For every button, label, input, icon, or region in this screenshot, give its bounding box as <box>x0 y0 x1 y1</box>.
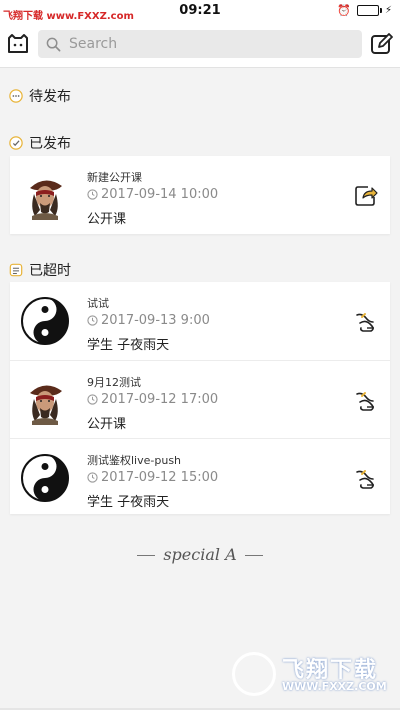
replay-icon[interactable] <box>354 466 378 490</box>
section-pending[interactable]: 待发布 <box>9 86 71 106</box>
section-published-label: 已发布 <box>29 136 71 152</box>
battery-icon <box>356 5 382 16</box>
item-subtitle: 学生 子夜雨天 <box>87 338 170 353</box>
yin-yang-avatar <box>21 297 69 345</box>
list-item[interactable]: 试试 2017-09-13 9:00 学生 子夜雨天 <box>10 282 390 360</box>
item-time: 2017-09-12 15:00 <box>87 470 218 485</box>
item-title: 9月12测试 <box>87 376 141 389</box>
list-item[interactable]: 新建公开课 2017-09-14 10:00 公开课 <box>10 156 390 234</box>
item-time-text: 2017-09-13 9:00 <box>101 313 210 328</box>
item-subtitle: 公开课 <box>87 417 127 432</box>
item-title: 新建公开课 <box>87 171 142 184</box>
item-time-text: 2017-09-12 15:00 <box>101 470 219 485</box>
published-check-icon <box>9 136 23 150</box>
replay-icon[interactable] <box>354 388 378 412</box>
item-subtitle: 学生 子夜雨天 <box>87 495 170 510</box>
item-time: 2017-09-14 10:00 <box>87 187 218 202</box>
item-title: 测试鉴权live-push <box>87 454 182 467</box>
nav-bar <box>0 24 400 68</box>
watermark-url: WWW.FXXZ.COM <box>282 680 387 693</box>
item-time: 2017-09-12 17:00 <box>87 392 218 407</box>
item-time-text: 2017-09-12 17:00 <box>101 392 219 407</box>
footer-brand-text: special A <box>163 545 237 564</box>
expired-list-icon <box>9 263 23 277</box>
search-input[interactable] <box>69 36 329 52</box>
clock-icon <box>87 394 98 405</box>
list-item[interactable]: 测试鉴权live-push 2017-09-12 15:00 学生 子夜雨天 <box>10 438 390 516</box>
charging-icon: ⚡ <box>384 5 392 16</box>
section-published[interactable]: 已发布 <box>9 133 71 153</box>
item-subtitle: 公开课 <box>87 212 127 227</box>
section-pending-label: 待发布 <box>29 89 71 105</box>
footer-dash-left <box>137 555 156 556</box>
watermark-logo-icon <box>232 652 276 696</box>
clock-icon <box>87 189 98 200</box>
footer-dash-right <box>244 555 263 556</box>
item-title: 试试 <box>87 297 109 310</box>
compose-icon[interactable] <box>370 32 394 56</box>
item-time: 2017-09-13 9:00 <box>87 313 210 328</box>
pirate-avatar <box>20 170 70 220</box>
section-expired-label: 已超时 <box>29 263 71 279</box>
watermark-badge: 飞翔下载 WWW.FXXZ.COM <box>232 652 390 698</box>
footer-brand: special A <box>0 545 400 564</box>
expired-list: 试试 2017-09-13 9:00 学生 子夜雨天 9月12测试 2017-0… <box>10 282 390 514</box>
item-time-text: 2017-09-14 10:00 <box>101 187 219 202</box>
share-icon[interactable] <box>354 183 378 207</box>
search-icon <box>46 37 61 51</box>
cat-logo-icon[interactable] <box>6 32 30 56</box>
pending-dots-icon <box>9 89 23 103</box>
search-box[interactable] <box>38 30 362 58</box>
clock-icon <box>87 315 98 326</box>
published-list: 新建公开课 2017-09-14 10:00 公开课 <box>10 156 390 234</box>
status-bar: 飞翔下载 www.FXXZ.com 09:21 ⏰ ⚡ <box>0 0 400 24</box>
section-expired[interactable]: 已超时 <box>9 260 71 280</box>
yin-yang-avatar <box>21 454 69 502</box>
status-icons: ⏰ ⚡ <box>337 4 392 17</box>
clock-icon <box>87 472 98 483</box>
pirate-avatar <box>20 375 70 425</box>
list-item[interactable]: 9月12测试 2017-09-12 17:00 公开课 <box>10 360 390 438</box>
alarm-icon: ⏰ <box>337 4 351 17</box>
replay-icon[interactable] <box>354 309 378 333</box>
